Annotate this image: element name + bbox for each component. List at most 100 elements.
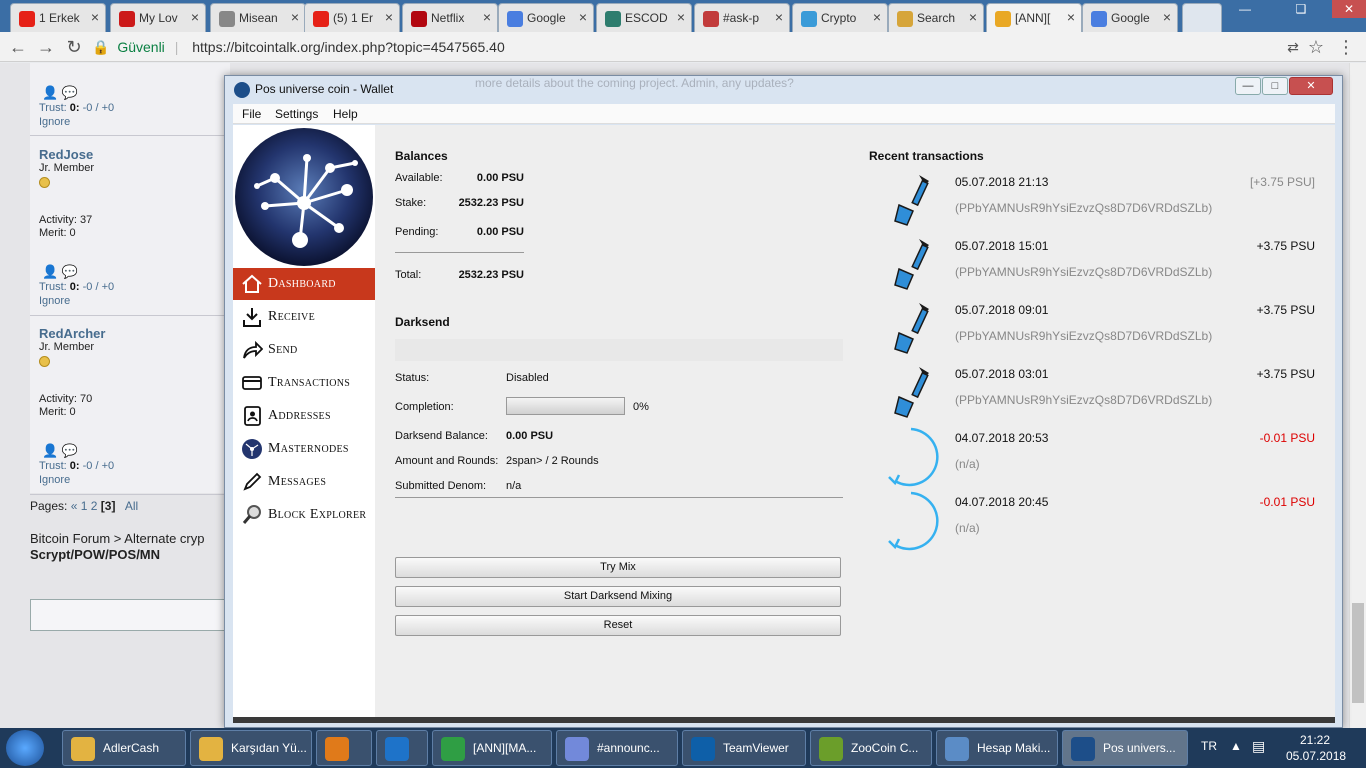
browser-tab[interactable]: Netflix ×	[402, 3, 498, 32]
transaction-row[interactable]: 04.07.2018 20:53 -0.01 PSU (n/a)	[867, 423, 1323, 487]
browser-tab[interactable]: My Lov ×	[110, 3, 206, 32]
wallet-titlebar[interactable]: Pos universe coin - Wallet more details …	[225, 76, 1342, 103]
start-darksend-mixing-button[interactable]: Start Darksend Mixing	[395, 586, 841, 607]
tab-close-icon[interactable]: ×	[385, 9, 393, 25]
bookmark-star-icon[interactable]: ☆	[1306, 37, 1326, 57]
tab-close-icon[interactable]: ×	[775, 9, 783, 25]
nav-addresses[interactable]: Addresses	[233, 400, 375, 432]
menu-settings[interactable]: Settings	[275, 107, 318, 121]
show-hidden-icons[interactable]: ▲	[1230, 739, 1242, 753]
tab-close-icon[interactable]: ×	[191, 9, 199, 25]
close-browser-button[interactable]: ✕	[1332, 0, 1366, 18]
forward-button[interactable]: →	[36, 37, 56, 57]
nav-transactions[interactable]: Transactions	[233, 367, 375, 399]
windows-taskbar: AdlerCash Karşıdan Yü... [ANN][MA... #⁣anno…	[0, 728, 1366, 768]
reply-box[interactable]	[30, 599, 230, 631]
url-path: /index.php?topic=4547565.40	[320, 39, 505, 55]
taskbar-app-button[interactable]: Karşıdan Yü...	[190, 730, 312, 766]
maximize-browser-button[interactable]: ❑	[1286, 0, 1316, 18]
profile-icons[interactable]: 👤 💬	[42, 443, 78, 459]
browser-tab[interactable]: (5) 1 Er ×	[304, 3, 400, 32]
page-scrollbar[interactable]	[1349, 63, 1366, 728]
taskbar-app-button[interactable]	[376, 730, 428, 766]
minimize-browser-button[interactable]: —	[1230, 0, 1260, 18]
wallet-menubar: File Settings Help	[233, 104, 1335, 124]
ignore-link[interactable]: Ignore	[39, 474, 70, 486]
taskbar-app-icon	[325, 737, 349, 761]
ignore-link[interactable]: Ignore	[39, 116, 70, 128]
new-tab-button[interactable]	[1182, 3, 1222, 32]
browser-tab[interactable]: Search ×	[888, 3, 984, 32]
nav-masternodes[interactable]: Masternodes	[233, 433, 375, 465]
taskbar-app-button[interactable]	[316, 730, 372, 766]
reload-button[interactable]: ↻	[64, 37, 84, 57]
taskbar-app-button[interactable]: [ANN][MA...	[432, 730, 552, 766]
menu-help[interactable]: Help	[333, 107, 358, 121]
wallet-close-button[interactable]: ✕	[1289, 77, 1333, 95]
browser-tab[interactable]: #ask-p ×	[694, 3, 790, 32]
profile-icons[interactable]: 👤 💬	[42, 85, 78, 101]
try-mix-button[interactable]: Try Mix	[395, 557, 841, 578]
browser-tab[interactable]: Google ×	[498, 3, 594, 32]
denom-value: n/a	[506, 480, 522, 492]
start-button[interactable]	[6, 730, 44, 766]
clock-time[interactable]: 21:22	[1300, 733, 1330, 747]
transaction-row[interactable]: 05.07.2018 15:01 +3.75 PSU (PPbYAMNUsR9hYs…	[867, 231, 1323, 295]
network-icon[interactable]: ▤	[1252, 738, 1265, 755]
reset-button[interactable]: Reset	[395, 615, 841, 636]
browser-tab[interactable]: Crypto ×	[792, 3, 888, 32]
username-link[interactable]: RedArcher	[39, 326, 105, 341]
page-1-link[interactable]: 1	[81, 499, 88, 513]
url-omnibox[interactable]: 🔒 Güvenli | https://bitcointalk.org/inde…	[92, 35, 1332, 59]
taskbar-app-button[interactable]: #⁣announc...	[556, 730, 678, 766]
tab-close-icon[interactable]: ×	[91, 9, 99, 25]
taskbar-app-button[interactable]: ZooCoin C...	[810, 730, 932, 766]
nav-dashboard[interactable]: Dashboard	[233, 268, 375, 300]
page-2-link[interactable]: 2	[91, 499, 98, 513]
page-prev-link[interactable]: «	[71, 499, 78, 513]
tab-close-icon[interactable]: ×	[873, 9, 881, 25]
darksend-status-label: Status:	[395, 372, 430, 384]
username-link[interactable]: RedJose	[39, 147, 93, 162]
clock-date[interactable]: 05.07.2018	[1286, 749, 1346, 763]
nav-receive[interactable]: Receive	[233, 301, 375, 333]
scrollbar-thumb[interactable]	[1352, 603, 1364, 703]
nav-messages[interactable]: Messages	[233, 466, 375, 498]
taskbar-app-button[interactable]: AdlerCash	[62, 730, 186, 766]
transaction-row[interactable]: 05.07.2018 03:01 +3.75 PSU (PPbYAMNUsR9hYs…	[867, 359, 1323, 423]
ignore-link[interactable]: Ignore	[39, 295, 70, 307]
browser-tab[interactable]: [ANN][×	[986, 3, 1082, 32]
transaction-row[interactable]: 05.07.2018 21:13 [+3.75 PSU] (PPbYAMNUsR9h…	[867, 167, 1323, 231]
browser-tab[interactable]: 1 Erkek ×	[10, 3, 106, 32]
transaction-row[interactable]: 04.07.2018 20:45 -0.01 PSU (n/a)	[867, 487, 1323, 551]
language-indicator[interactable]: TR	[1201, 739, 1217, 753]
browser-tab[interactable]: Misean ×	[210, 3, 306, 32]
translate-icon[interactable]: ⇄	[1283, 37, 1303, 57]
nav-block-explorer[interactable]: Block Explorer	[233, 499, 375, 531]
nav-block-explorer-label: Block Explorer	[268, 507, 367, 522]
browser-tab[interactable]: Google ×	[1082, 3, 1178, 32]
page-all-link[interactable]: All	[125, 499, 138, 513]
menu-kebab-icon[interactable]: ⋮	[1336, 37, 1356, 57]
tab-close-icon[interactable]: ×	[291, 9, 299, 25]
taskbar-app-button[interactable]: TeamViewer	[682, 730, 806, 766]
block-explorer-icon	[242, 505, 261, 524]
breadcrumb[interactable]: Bitcoin Forum > Alternate cryp	[30, 531, 205, 546]
profile-icons[interactable]: 👤 💬	[42, 264, 78, 280]
menu-file[interactable]: File	[242, 107, 261, 121]
wallet-minimize-button[interactable]: —	[1235, 77, 1261, 95]
tab-close-icon[interactable]: ×	[579, 9, 587, 25]
taskbar-app-button[interactable]: Hesap Maki...	[936, 730, 1058, 766]
tab-close-icon[interactable]: ×	[1067, 9, 1075, 25]
nav-send[interactable]: Send	[233, 334, 375, 366]
wallet-maximize-button[interactable]: □	[1262, 77, 1288, 95]
tab-close-icon[interactable]: ×	[1163, 9, 1171, 25]
transaction-row[interactable]: 05.07.2018 09:01 +3.75 PSU (PPbYAMNUsR9hYs…	[867, 295, 1323, 359]
back-button[interactable]: ←	[8, 37, 28, 57]
taskbar-app-button[interactable]: Pos univers...	[1062, 730, 1188, 766]
tab-close-icon[interactable]: ×	[483, 9, 491, 25]
browser-tab[interactable]: ESCOD ×	[596, 3, 692, 32]
breadcrumb-board[interactable]: Scrypt/POW/POS/MN	[30, 547, 160, 562]
tab-close-icon[interactable]: ×	[677, 9, 685, 25]
tab-close-icon[interactable]: ×	[969, 9, 977, 25]
